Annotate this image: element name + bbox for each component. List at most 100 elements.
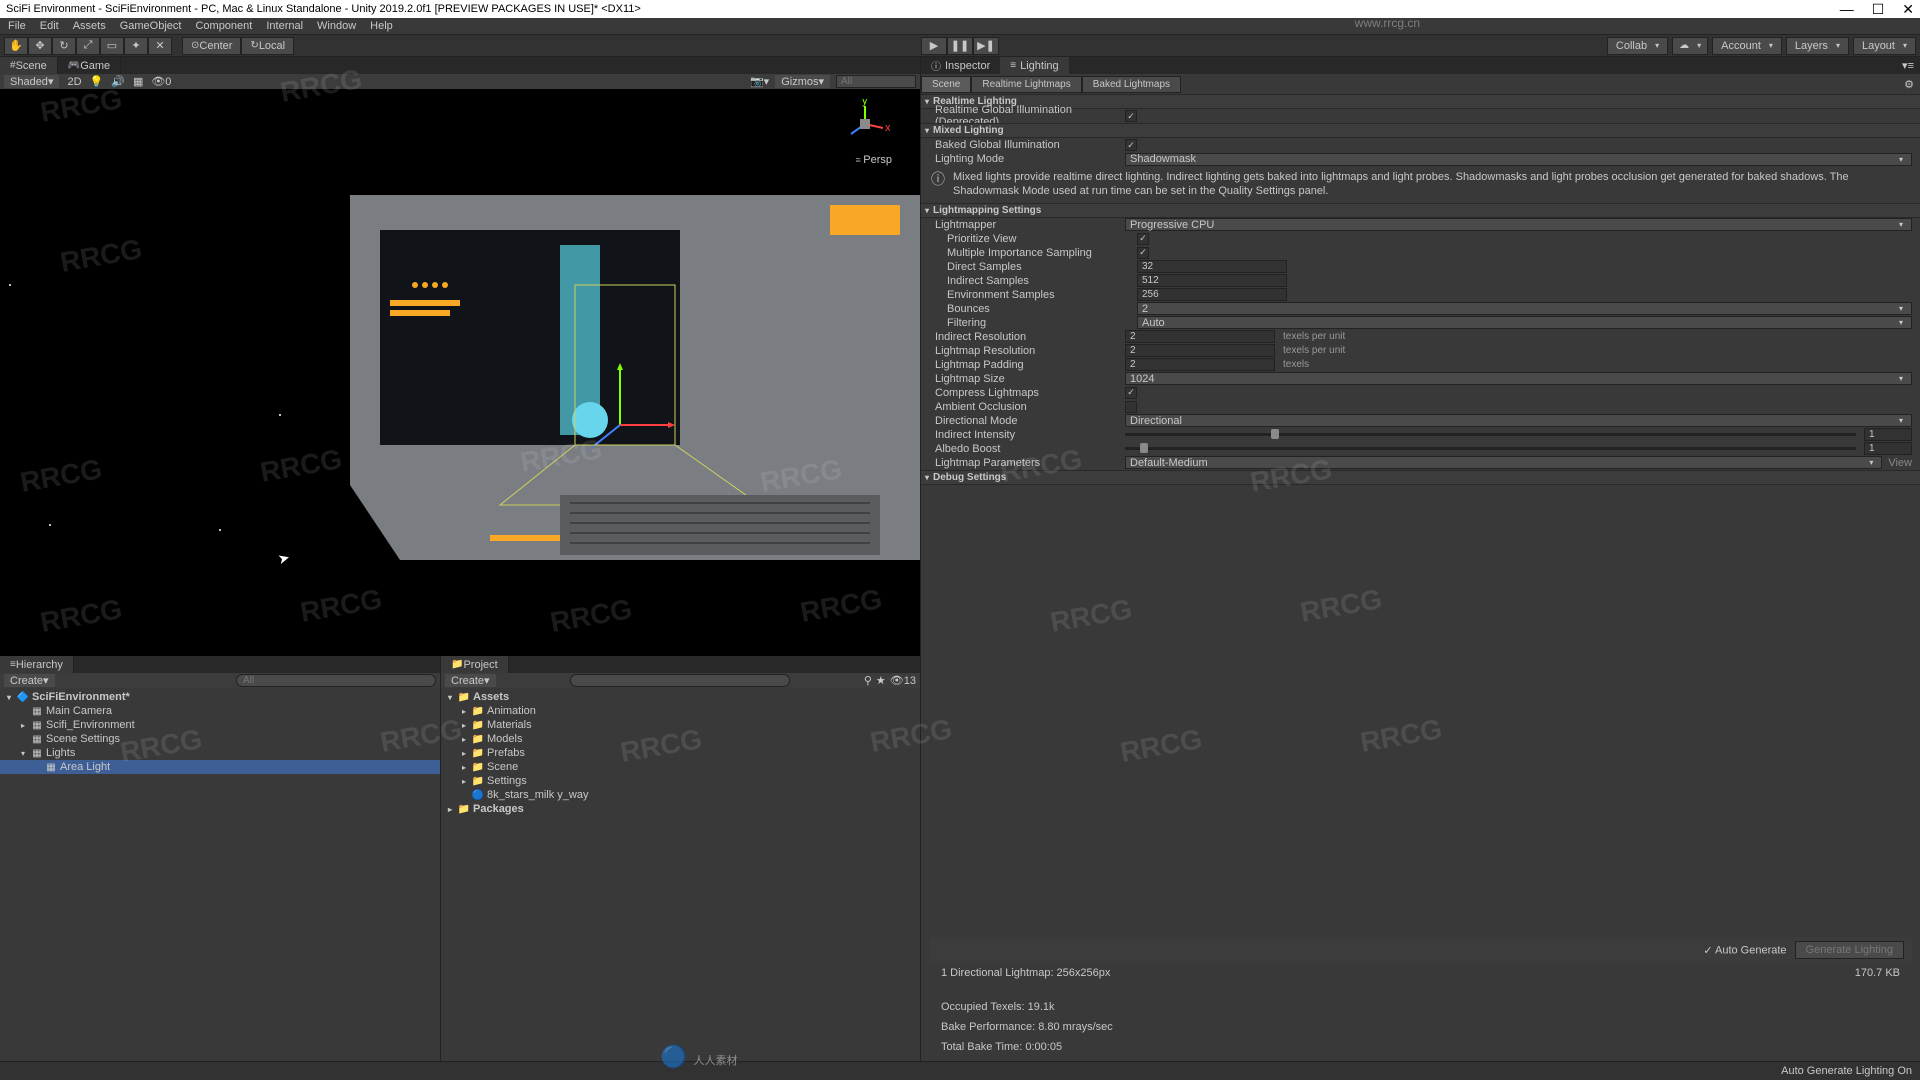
account-dropdown[interactable]: Account: [1712, 37, 1782, 55]
close-icon[interactable]: ✕: [1902, 1, 1914, 18]
section-lightmapping[interactable]: Lightmapping Settings: [921, 203, 1920, 218]
lighting-mode-dropdown[interactable]: Shadowmask: [1125, 153, 1912, 166]
slider-value[interactable]: [1864, 442, 1912, 455]
dropdown[interactable]: 1024: [1125, 372, 1912, 385]
panel-menu-icon[interactable]: ▾≡: [1902, 59, 1920, 72]
project-asset[interactable]: 🔵8k_stars_milk y_way: [441, 788, 920, 802]
dropdown[interactable]: Default-Medium: [1125, 456, 1882, 469]
lighting-settings-icon[interactable]: ⚙: [1898, 78, 1920, 91]
number-input[interactable]: [1125, 358, 1275, 371]
rect-tool-icon[interactable]: ▭: [100, 37, 124, 55]
minimize-icon[interactable]: —: [1840, 1, 1854, 18]
project-folder[interactable]: ▸📁Settings: [441, 774, 920, 788]
project-folder[interactable]: ▸📁Scene: [441, 760, 920, 774]
hierarchy-item[interactable]: ▾▦Lights: [0, 746, 440, 760]
scene-search-input[interactable]: [836, 75, 916, 88]
pause-button-icon[interactable]: ❚❚: [947, 37, 973, 55]
tab-inspector[interactable]: ⓘ Inspector: [921, 57, 1000, 74]
custom-tool-icon[interactable]: ✕: [148, 37, 172, 55]
camera-icon[interactable]: 📷▾: [750, 75, 769, 88]
hierarchy-search-input[interactable]: [236, 674, 436, 687]
scale-tool-icon[interactable]: ⤢: [76, 37, 100, 55]
hidden-icon[interactable]: 👁13: [890, 674, 916, 687]
menu-component[interactable]: Component: [195, 20, 252, 32]
project-create-dropdown[interactable]: Create ▾: [445, 674, 496, 687]
checkbox[interactable]: ✓: [1137, 233, 1149, 245]
menu-assets[interactable]: Assets: [73, 20, 106, 32]
menu-file[interactable]: File: [8, 20, 26, 32]
move-tool-icon[interactable]: ✥: [28, 37, 52, 55]
tab-project[interactable]: 📁 Project: [441, 656, 509, 673]
auto-generate-checkbox[interactable]: ✓ Auto Generate: [1703, 944, 1786, 957]
hierarchy-item[interactable]: ▦Main Camera: [0, 704, 440, 718]
shading-mode-dropdown[interactable]: Shaded ▾: [4, 75, 59, 88]
favorites-icon[interactable]: ★: [876, 674, 886, 687]
section-mixed-lighting[interactable]: Mixed Lighting: [921, 123, 1920, 138]
project-folder[interactable]: ▸📁Materials: [441, 718, 920, 732]
baked-gi-checkbox[interactable]: ✓: [1125, 139, 1137, 151]
cloud-icon[interactable]: ☁: [1672, 37, 1708, 55]
number-input[interactable]: [1137, 288, 1287, 301]
section-debug[interactable]: Debug Settings: [921, 470, 1920, 485]
dropdown[interactable]: Progressive CPU: [1125, 218, 1912, 231]
slider[interactable]: [1125, 433, 1856, 436]
project-folder[interactable]: ▸📁Animation: [441, 704, 920, 718]
maximize-icon[interactable]: ☐: [1872, 1, 1885, 18]
dropdown[interactable]: 2: [1137, 302, 1912, 315]
rotate-tool-icon[interactable]: ↻: [52, 37, 76, 55]
tab-game[interactable]: 🎮 Game: [58, 57, 121, 74]
number-input[interactable]: [1125, 344, 1275, 357]
pivot-center-button[interactable]: ⊙ Center: [182, 37, 241, 55]
subtab-baked-lm[interactable]: Baked Lightmaps: [1082, 76, 1181, 93]
hierarchy-item[interactable]: ▸▦Scifi_Environment: [0, 718, 440, 732]
number-input[interactable]: [1137, 260, 1287, 273]
checkbox[interactable]: ✓: [1137, 247, 1149, 259]
gizmo-visibility-icon[interactable]: 👁0: [151, 75, 171, 88]
scene-viewport[interactable]: y x ≡ Persp: [0, 89, 920, 656]
fx-icon[interactable]: ▦: [133, 75, 143, 88]
orientation-gizmo-icon[interactable]: y x: [840, 99, 890, 149]
hierarchy-item[interactable]: ▦Scene Settings: [0, 732, 440, 746]
checkbox[interactable]: [1125, 401, 1137, 413]
subtab-scene[interactable]: Scene: [921, 76, 971, 93]
project-folder[interactable]: ▸📁Models: [441, 732, 920, 746]
hierarchy-item-selected[interactable]: ▦Area Light: [0, 760, 440, 774]
layout-dropdown[interactable]: Layout: [1853, 37, 1916, 55]
scene-root[interactable]: ▾🔷SciFiEnvironment*: [0, 690, 440, 704]
play-button-icon[interactable]: ▶: [921, 37, 947, 55]
audio-icon[interactable]: 🔊: [111, 75, 125, 88]
mode-2d-toggle[interactable]: 2D: [67, 76, 81, 88]
pivot-local-button[interactable]: ↻ Local: [241, 37, 294, 55]
view-button[interactable]: View: [1888, 457, 1912, 469]
filter-icon[interactable]: ⚲: [864, 674, 872, 687]
assets-folder[interactable]: ▾📁Assets: [441, 690, 920, 704]
menu-gameobject[interactable]: GameObject: [120, 20, 182, 32]
number-input[interactable]: [1137, 274, 1287, 287]
slider[interactable]: [1125, 447, 1856, 450]
menu-window[interactable]: Window: [317, 20, 356, 32]
subtab-realtime-lm[interactable]: Realtime Lightmaps: [971, 76, 1081, 93]
step-button-icon[interactable]: ▶❚: [973, 37, 999, 55]
checkbox[interactable]: ✓: [1125, 387, 1137, 399]
hand-tool-icon[interactable]: ✋: [4, 37, 28, 55]
tab-scene[interactable]: # Scene: [0, 57, 58, 74]
lighting-icon[interactable]: 💡: [90, 75, 104, 88]
project-search-input[interactable]: [570, 674, 790, 687]
tab-lighting[interactable]: ≡ Lighting: [1000, 57, 1068, 74]
project-folder[interactable]: ▸📁Prefabs: [441, 746, 920, 760]
dropdown[interactable]: Auto: [1137, 316, 1912, 329]
perspective-label[interactable]: ≡ Persp: [855, 154, 892, 166]
slider-value[interactable]: [1864, 428, 1912, 441]
layers-dropdown[interactable]: Layers: [1786, 37, 1849, 55]
collab-dropdown[interactable]: Collab: [1607, 37, 1668, 55]
tab-hierarchy[interactable]: ≡ Hierarchy: [0, 656, 74, 673]
generate-lighting-button[interactable]: Generate Lighting: [1795, 941, 1904, 959]
transform-tool-icon[interactable]: ✦: [124, 37, 148, 55]
dropdown[interactable]: Directional: [1125, 414, 1912, 427]
number-input[interactable]: [1125, 330, 1275, 343]
menu-help[interactable]: Help: [370, 20, 393, 32]
menu-internal[interactable]: Internal: [266, 20, 303, 32]
hierarchy-create-dropdown[interactable]: Create ▾: [4, 674, 55, 687]
packages-folder[interactable]: ▸📁Packages: [441, 802, 920, 816]
realtime-gi-checkbox[interactable]: ✓: [1125, 110, 1137, 122]
